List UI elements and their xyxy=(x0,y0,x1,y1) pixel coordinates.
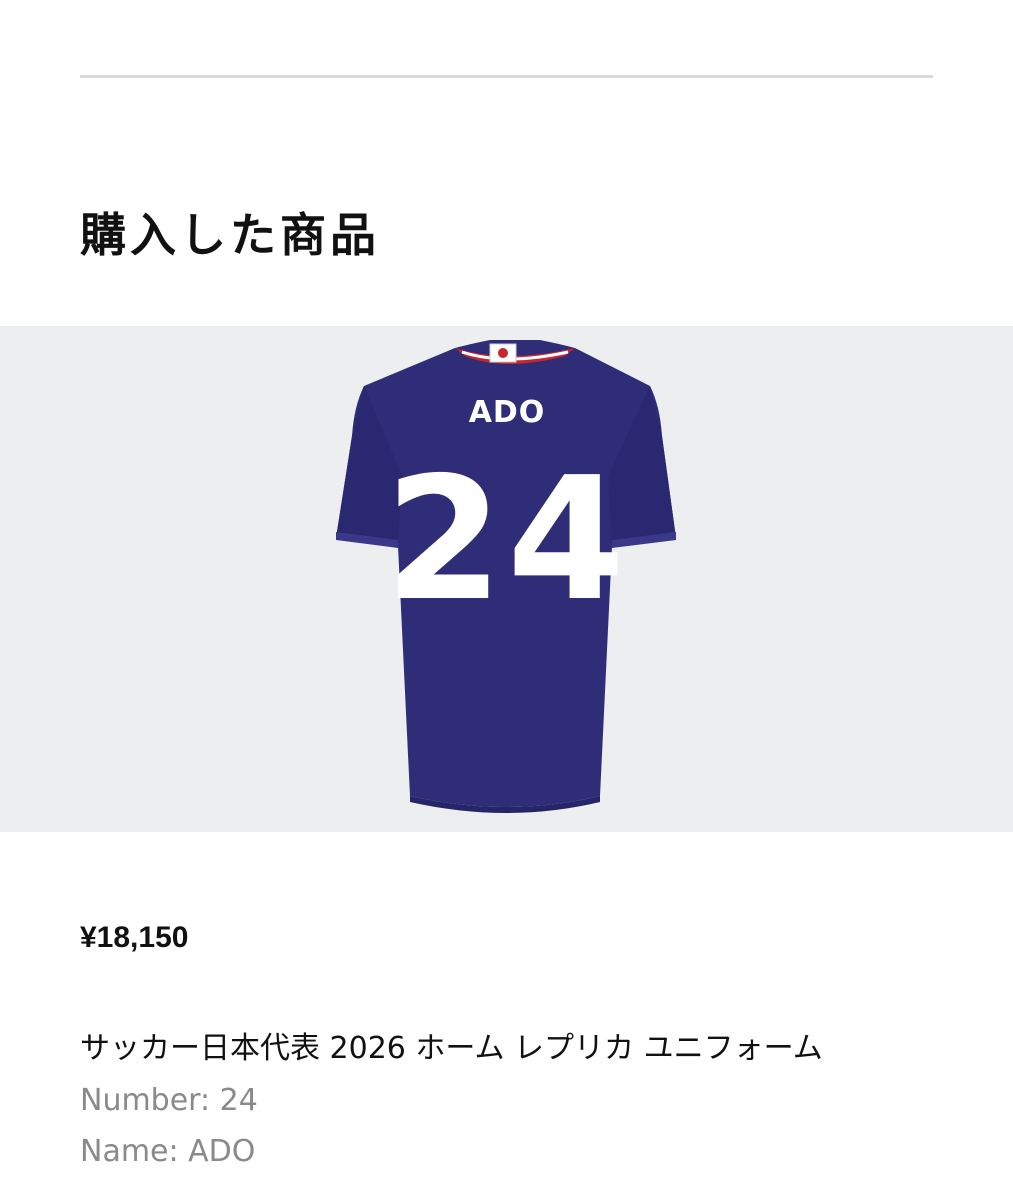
jersey-name: ADO xyxy=(469,395,546,430)
section-title: 購入した商品 xyxy=(80,208,380,262)
product-spec-name: Name: ADO xyxy=(80,1134,256,1169)
jersey-number: 24 xyxy=(385,441,630,639)
product-name[interactable]: サッカー日本代表 2026 ホーム レプリカ ユニフォーム xyxy=(80,1027,823,1071)
product-spec-number: Number: 24 xyxy=(80,1083,258,1118)
product-image[interactable]: ADO 24 xyxy=(0,326,1013,832)
product-price: ¥18,150 xyxy=(80,921,189,954)
top-divider xyxy=(80,75,933,78)
jersey-illustration: ADO 24 xyxy=(336,340,676,813)
